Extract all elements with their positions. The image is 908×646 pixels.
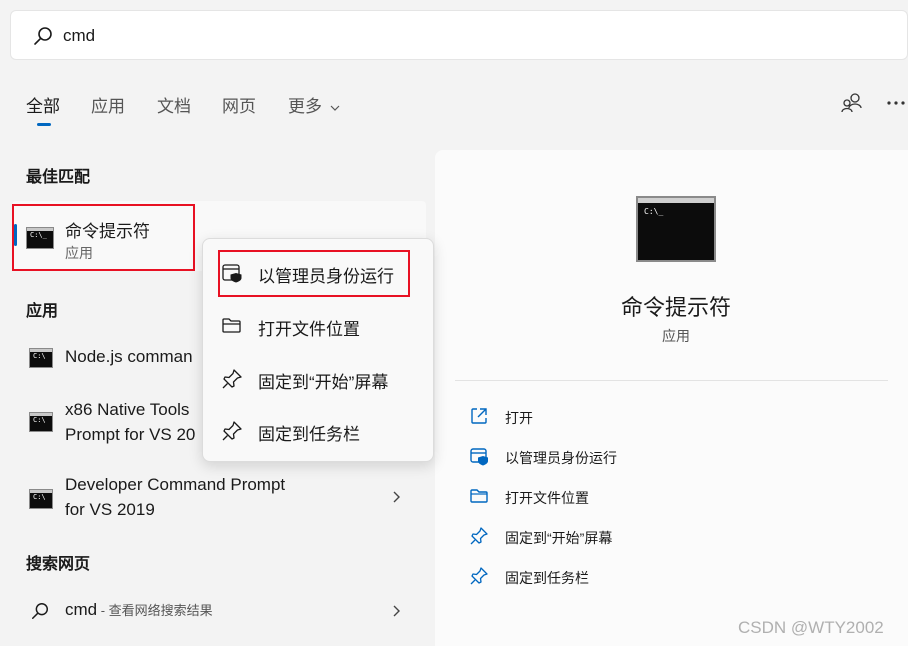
menu-item-label: 固定到“开始”屏幕: [258, 373, 389, 392]
pin-icon: [470, 567, 488, 585]
command-prompt-icon: C:\: [29, 412, 53, 432]
chevron-down-icon: [330, 105, 340, 111]
app-title-line2: Prompt for VS 20: [65, 425, 196, 444]
action-label: 以管理员身份运行: [505, 450, 617, 466]
section-web-search: 搜索网页: [26, 556, 91, 573]
menu-item-label: 打开文件位置: [258, 320, 360, 339]
app-title: x86 Native Tools: [65, 400, 190, 419]
detail-subtitle: 应用: [662, 328, 690, 344]
command-prompt-icon: C:\: [29, 489, 53, 509]
admin-shield-icon: [222, 264, 242, 283]
section-apps: 应用: [26, 303, 59, 320]
tab-more[interactable]: 更多: [288, 92, 340, 117]
app-title-line2: for VS 2019: [65, 500, 155, 519]
pin-icon: [470, 527, 488, 545]
pin-icon: [222, 421, 242, 441]
menu-item-run-as-admin[interactable]: 以管理员身份运行: [203, 252, 433, 292]
search-box[interactable]: cmd: [10, 10, 908, 60]
action-label: 固定到任务栏: [505, 570, 589, 586]
detail-title: 命令提示符: [620, 295, 731, 320]
action-label: 固定到“开始”屏幕: [505, 530, 613, 546]
app-title: Developer Command Prompt: [65, 475, 286, 494]
web-search-suffix: - 查看网络搜索结果: [97, 603, 213, 618]
tab-all[interactable]: 全部: [26, 92, 60, 117]
tab-more-label: 更多: [288, 97, 322, 116]
divider: [455, 380, 888, 381]
menu-item-label: 固定到任务栏: [258, 425, 360, 444]
menu-item-pin-to-start[interactable]: 固定到“开始”屏幕: [203, 358, 433, 398]
active-tab-indicator: [37, 123, 51, 126]
selection-accent: [14, 224, 17, 246]
folder-icon: [470, 489, 488, 503]
detail-panel: C:\_ 命令提示符 应用 打开 以管理员身份运行 打开文件位置 固定到“开始”…: [435, 150, 908, 646]
watermark: CSDN @WTY2002: [738, 618, 884, 637]
menu-item-open-file-location[interactable]: 打开文件位置: [203, 305, 433, 345]
command-prompt-large-icon: C:\_: [636, 196, 716, 262]
section-best-match: 最佳匹配: [26, 169, 91, 186]
chevron-right-icon[interactable]: [391, 604, 401, 618]
tab-apps[interactable]: 应用: [91, 92, 125, 117]
action-label: 打开文件位置: [505, 490, 589, 506]
chevron-right-icon[interactable]: [391, 490, 401, 504]
app-title: Node.js comman: [65, 347, 193, 366]
best-match-title: 命令提示符: [65, 222, 150, 241]
command-prompt-icon: C:\: [29, 348, 53, 368]
menu-item-pin-to-taskbar[interactable]: 固定到任务栏: [203, 410, 433, 450]
web-search-query: cmd: [65, 600, 98, 619]
command-prompt-icon: C:\_: [26, 227, 54, 249]
menu-item-label: 以管理员身份运行: [258, 267, 394, 286]
search-icon: [32, 603, 48, 619]
web-search-text: cmd - 查看网络搜索结果: [65, 600, 213, 620]
tab-documents[interactable]: 文档: [157, 92, 191, 117]
admin-shield-icon: [470, 448, 488, 466]
pin-icon: [222, 369, 242, 389]
folder-icon: [222, 318, 241, 333]
tab-web[interactable]: 网页: [222, 92, 256, 117]
action-label: 打开: [505, 410, 533, 426]
account-switch-icon[interactable]: [840, 91, 864, 115]
more-options-icon[interactable]: [884, 91, 908, 115]
search-icon: [34, 27, 52, 45]
open-external-icon: [471, 408, 487, 424]
context-menu: 以管理员身份运行 打开文件位置 固定到“开始”屏幕 固定到任务栏: [202, 238, 434, 462]
search-input[interactable]: cmd: [63, 26, 95, 46]
best-match-subtitle: 应用: [65, 245, 93, 261]
